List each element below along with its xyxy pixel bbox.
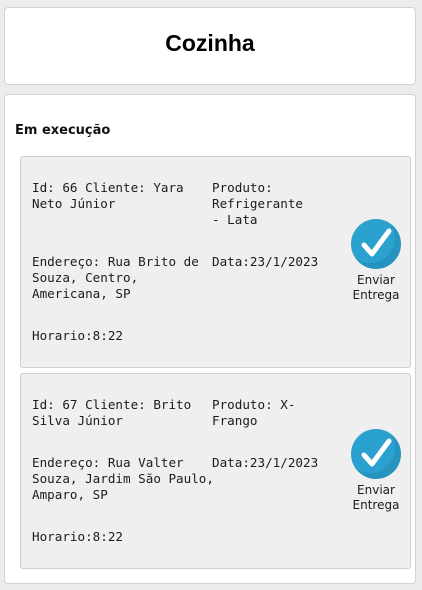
send-delivery-button[interactable]: Enviar Entrega	[341, 219, 411, 303]
order-address: Endereço: Rua Valter Souza, Jardim São P…	[32, 455, 214, 502]
send-delivery-button[interactable]: Enviar Entrega	[341, 429, 411, 513]
orders-panel: Em execução Id: 66 Cliente: Yara Neto Jú…	[4, 94, 416, 584]
order-card: Id: 67 Cliente: Brito Silva Júnior Produ…	[20, 373, 411, 569]
order-product: Produto: Refrigerante - Lata	[212, 180, 303, 227]
send-delivery-label: Enviar Entrega	[352, 483, 400, 512]
order-id-client: Id: 67 Cliente: Brito Silva Júnior	[32, 397, 192, 428]
order-time: Horario:8:22	[32, 529, 123, 544]
order-date: Data:23/1/2023	[212, 455, 319, 470]
page-title: Cozinha	[165, 30, 255, 56]
send-delivery-label: Enviar Entrega	[352, 273, 400, 302]
order-product: Produto: X-Frango	[212, 397, 296, 428]
order-card: Id: 66 Cliente: Yara Neto Júnior Produto…	[20, 156, 411, 368]
order-date: Data:23/1/2023	[212, 254, 319, 269]
header-card: Cozinha	[4, 7, 416, 85]
order-address: Endereço: Rua Brito de Souza, Centro, Am…	[32, 254, 199, 301]
checkmark-circle-icon	[351, 219, 401, 269]
section-heading-in-progress: Em execução	[15, 123, 111, 138]
order-time: Horario:8:22	[32, 328, 123, 343]
order-id-client: Id: 66 Cliente: Yara Neto Júnior	[32, 180, 184, 211]
checkmark-circle-icon	[351, 429, 401, 479]
